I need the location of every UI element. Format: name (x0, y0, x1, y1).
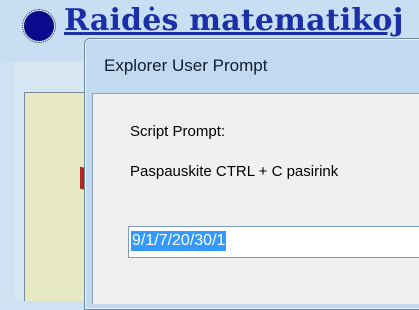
dialog-title: Explorer User Prompt (104, 56, 268, 75)
selected-input-text[interactable]: 9/1/7/20/30/1 (131, 231, 227, 251)
page-title-link[interactable]: Raidės matematikoj (64, 3, 404, 38)
script-prompt-label: Script Prompt: (130, 123, 226, 140)
bullet-icon (22, 9, 56, 43)
prompt-message: Paspauskite CTRL + C pasirink (130, 163, 339, 180)
